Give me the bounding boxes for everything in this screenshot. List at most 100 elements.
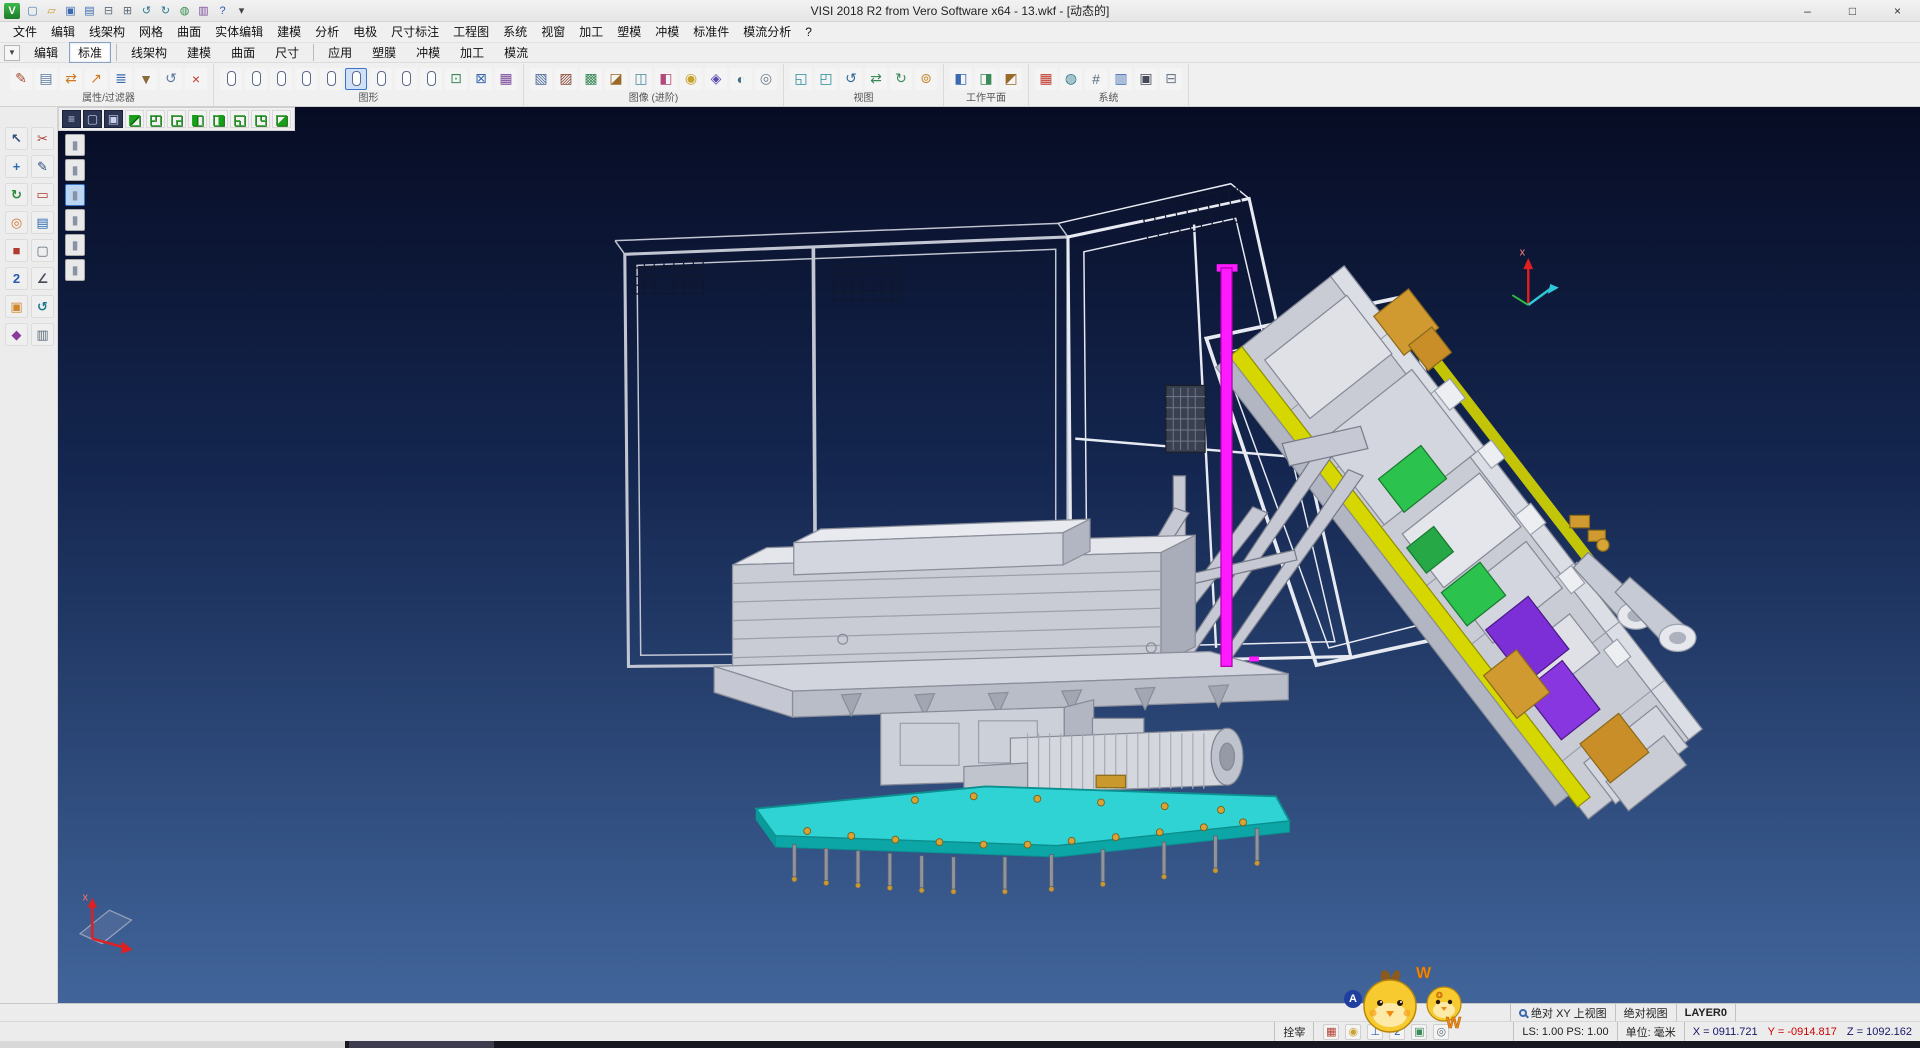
filter-mesh-icon[interactable]: ▮	[65, 259, 85, 281]
group-entities-icon[interactable]	[420, 68, 442, 90]
zoom-all-icon[interactable]: ◰	[815, 68, 837, 90]
view-right-icon[interactable]: ◳	[251, 110, 270, 128]
select-icon[interactable]: ↖	[5, 127, 28, 150]
menu-help[interactable]: ?	[798, 22, 819, 43]
menu-wireframe[interactable]: 线架构	[82, 22, 132, 43]
zoom-previous-icon[interactable]: ↺	[840, 68, 862, 90]
tab-standard[interactable]: 标准	[69, 42, 111, 63]
viewport-canvas[interactable]: x x	[58, 107, 1920, 1003]
qat-more-icon[interactable]: ▾	[233, 2, 250, 19]
menu-standard-parts[interactable]: 标准件	[686, 22, 736, 43]
shaded-view-icon[interactable]: ▨	[555, 68, 577, 90]
view-iso-icon[interactable]: ◩	[125, 110, 144, 128]
tab-wireframe[interactable]: 线架构	[122, 42, 176, 63]
menu-solid-edit[interactable]: 实体编辑	[208, 22, 270, 43]
plotter-icon[interactable]: ⊟	[1160, 68, 1182, 90]
shade-mode-icon[interactable]: ▦	[495, 68, 517, 90]
absolute-view-cell[interactable]: 绝对视图	[1615, 1004, 1676, 1021]
line-point-style-cell[interactable]: LS: 1.00 PS: 1.00	[1513, 1022, 1616, 1041]
tab-dimension[interactable]: 尺寸	[266, 42, 308, 63]
pan-view-icon[interactable]: ⇄	[865, 68, 887, 90]
menu-analysis[interactable]: 分析	[308, 22, 346, 43]
edit-geometry-icon[interactable]: ✎	[31, 155, 54, 178]
layer-box-icon[interactable]: ⊡	[445, 68, 467, 90]
transparency-icon[interactable]: ◫	[630, 68, 652, 90]
dynamic-hide-icon[interactable]: ◪	[605, 68, 627, 90]
filter-solid-icon[interactable]: ▮	[65, 209, 85, 231]
print-icon[interactable]: ⊟	[100, 2, 117, 19]
grid-toggle-icon[interactable]: ▦	[1323, 1024, 1339, 1040]
view-pane-icon[interactable]: ▢	[83, 110, 102, 128]
filter-funnel-icon[interactable]: ▼	[135, 68, 157, 90]
menu-machining[interactable]: 加工	[572, 22, 610, 43]
refresh-view-icon[interactable]: ⊚	[915, 68, 937, 90]
trim-icon[interactable]: ✂	[31, 127, 54, 150]
menu-moldflow-analysis[interactable]: 模流分析	[736, 22, 798, 43]
plot-icon[interactable]: ⊞	[119, 2, 136, 19]
view-bottom-icon[interactable]: ◲	[167, 110, 186, 128]
view-grid-icon[interactable]: ▣	[104, 110, 123, 128]
rendered-view-icon[interactable]: ▩	[580, 68, 602, 90]
taskbar-button[interactable]	[349, 1041, 494, 1048]
ucs-icon[interactable]: ◎	[5, 211, 28, 234]
menu-surface[interactable]: 曲面	[170, 22, 208, 43]
zoom-window-icon[interactable]: ◱	[790, 68, 812, 90]
layer-move-icon[interactable]: ⊠	[470, 68, 492, 90]
tabbar-dropdown-icon[interactable]: ▼	[4, 45, 20, 61]
invert-blank-icon[interactable]	[320, 68, 342, 90]
wireframe-view-icon[interactable]: ▧	[530, 68, 552, 90]
section-view-icon[interactable]: ◧	[655, 68, 677, 90]
save-all-icon[interactable]: ▤	[81, 2, 98, 19]
tab-modeling[interactable]: 建模	[178, 42, 220, 63]
menu-plastic-mold[interactable]: 塑模	[610, 22, 648, 43]
view-mode-cell[interactable]: 绝对 XY 上视图	[1510, 1004, 1615, 1021]
table-icon[interactable]: ▥	[1110, 68, 1132, 90]
workplane-align-icon[interactable]: ◨	[975, 68, 997, 90]
rotate-view-icon[interactable]: ↻	[890, 68, 912, 90]
tab-die[interactable]: 冲模	[407, 42, 449, 63]
visible-entities-icon[interactable]	[345, 68, 367, 90]
close-button[interactable]: ×	[1875, 0, 1920, 21]
edit-attributes-icon[interactable]: ✎	[10, 68, 32, 90]
save-icon[interactable]: ▣	[62, 2, 79, 19]
rotate-icon[interactable]: ↻	[5, 183, 28, 206]
view-list-icon[interactable]: ≡	[62, 110, 81, 128]
filter-face-icon[interactable]: ▮	[65, 184, 85, 206]
delete-icon[interactable]: ▭	[31, 183, 54, 206]
layer-manager-icon[interactable]: ▦	[1035, 68, 1057, 90]
sheet-icon[interactable]: ▢	[31, 239, 54, 262]
filter-edge-icon[interactable]: ▮	[65, 159, 85, 181]
snapshot-icon[interactable]: ◎	[755, 68, 777, 90]
move-icon[interactable]: +	[5, 155, 28, 178]
attribute-database-icon[interactable]: ≣	[110, 68, 132, 90]
blank-all-icon[interactable]	[270, 68, 292, 90]
duplicate-icon[interactable]: ▥	[31, 323, 54, 346]
render-palette-icon[interactable]: ◆	[5, 323, 28, 346]
tab-plastic-film[interactable]: 塑膜	[363, 42, 405, 63]
view-back-icon[interactable]: ◨	[209, 110, 228, 128]
menu-mesh[interactable]: 网格	[132, 22, 170, 43]
new-document-icon[interactable]: ▢	[24, 2, 41, 19]
menu-modeling[interactable]: 建模	[270, 22, 308, 43]
menu-window[interactable]: 视窗	[534, 22, 572, 43]
tab-surface[interactable]: 曲面	[222, 42, 264, 63]
menu-electrode[interactable]: 电极	[346, 22, 384, 43]
solid-box-icon[interactable]: ■	[5, 239, 28, 262]
swap-filter-icon[interactable]: ⇄	[60, 68, 82, 90]
menu-die[interactable]: 冲模	[648, 22, 686, 43]
help-icon[interactable]: ?	[214, 2, 231, 19]
tab-moldflow[interactable]: 模流	[495, 42, 537, 63]
move-to-layer-icon[interactable]: ↗	[85, 68, 107, 90]
snap-cell[interactable]: 拴宰	[1274, 1022, 1313, 1041]
zoom-scale-icon[interactable]: 2	[5, 267, 28, 290]
input-mode-badge[interactable]: A	[1344, 990, 1362, 1008]
calculator-icon[interactable]: #	[1085, 68, 1107, 90]
menu-system[interactable]: 系统	[496, 22, 534, 43]
light-settings-icon[interactable]: ◉	[680, 68, 702, 90]
copy-attributes-icon[interactable]: ▤	[35, 68, 57, 90]
view-top-icon[interactable]: ◰	[146, 110, 165, 128]
menu-dimensioning[interactable]: 尺寸标注	[384, 22, 446, 43]
menu-drafting[interactable]: 工程图	[446, 22, 496, 43]
view-left-icon[interactable]: ◱	[230, 110, 249, 128]
filter-reset-icon[interactable]: ↺	[160, 68, 182, 90]
